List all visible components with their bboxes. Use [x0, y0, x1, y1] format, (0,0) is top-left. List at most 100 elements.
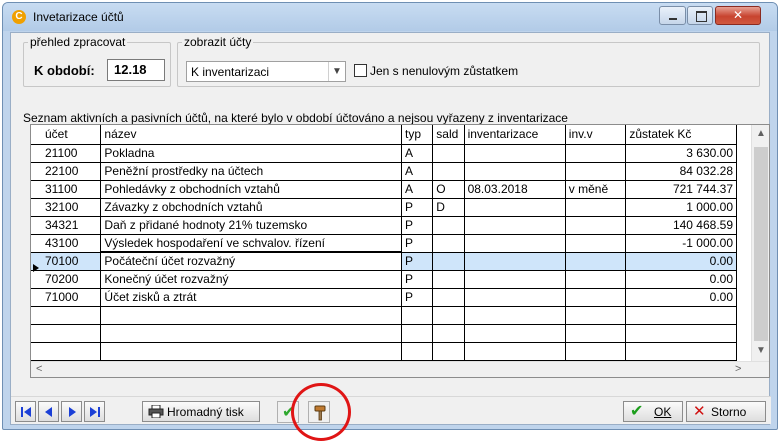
- cell-nazev[interactable]: Účet zisků a ztrát: [100, 287, 402, 307]
- col-header-zustatek[interactable]: zůstatek Kč: [625, 125, 737, 145]
- cell-invv[interactable]: [564, 161, 627, 181]
- cell-typ[interactable]: P: [400, 251, 434, 271]
- cell-zustatek[interactable]: [625, 323, 737, 343]
- table-row[interactable]: 22100 Peněžní prostředky na účtech A 84 032…: [31, 161, 737, 181]
- cell-sald[interactable]: [432, 287, 465, 307]
- cell-nazev[interactable]: Závazky z obchodních vztahů: [100, 197, 402, 217]
- cell-inventarizace[interactable]: [463, 305, 566, 325]
- cell-invv[interactable]: [564, 251, 627, 271]
- cell-sald[interactable]: [432, 161, 465, 181]
- cell-typ[interactable]: P: [400, 233, 434, 253]
- cell-typ[interactable]: P: [400, 287, 434, 307]
- cell-nazev[interactable]: [100, 323, 402, 343]
- vertical-scroll-thumb[interactable]: [754, 147, 768, 341]
- minimize-button[interactable]: [659, 6, 686, 25]
- cell-nazev[interactable]: Daň z přidané hodnoty 21% tuzemsko: [100, 215, 402, 235]
- cell-nazev[interactable]: Počáteční účet rozvažný: [99, 251, 403, 271]
- table-row[interactable]: 70200 Konečný účet rozvažný P 0.00: [31, 269, 737, 289]
- first-record-button[interactable]: [15, 401, 36, 422]
- cell-ucet[interactable]: [31, 323, 102, 343]
- cell-nazev[interactable]: [100, 341, 402, 361]
- col-header-nazev[interactable]: název: [100, 125, 402, 145]
- cell-sald[interactable]: D: [432, 197, 465, 217]
- vertical-scrollbar[interactable]: ▲ ▼: [751, 125, 769, 361]
- col-header-typ[interactable]: typ: [400, 125, 434, 145]
- cell-ucet[interactable]: 21100: [31, 143, 102, 163]
- table-row[interactable]: 71000 Účet zisků a ztrát P 0.00: [31, 287, 737, 307]
- cell-typ[interactable]: P: [400, 269, 434, 289]
- close-button[interactable]: [715, 6, 761, 25]
- accounts-grid[interactable]: účet název typ sald inventarizace inv.v …: [30, 124, 770, 378]
- cell-invv[interactable]: [564, 287, 627, 307]
- cell-sald[interactable]: [432, 251, 465, 271]
- cell-sald[interactable]: [432, 233, 465, 253]
- cell-typ[interactable]: P: [400, 215, 434, 235]
- ucty-combo[interactable]: K inventarizaci ▼: [186, 61, 346, 82]
- cell-typ[interactable]: [400, 323, 434, 343]
- cell-inventarizace[interactable]: [463, 197, 566, 217]
- cell-invv[interactable]: [564, 341, 627, 361]
- col-header-ucet[interactable]: účet: [31, 125, 102, 145]
- cell-sald[interactable]: [432, 215, 465, 235]
- cell-zustatek[interactable]: 721 744.37: [625, 179, 737, 199]
- cell-zustatek[interactable]: -1 000.00: [625, 233, 737, 253]
- scroll-up-icon[interactable]: ▲: [752, 128, 769, 139]
- cell-zustatek[interactable]: 3 630.00: [625, 143, 737, 163]
- cell-sald[interactable]: O: [432, 179, 465, 199]
- nenulovy-checkbox[interactable]: [354, 64, 367, 77]
- nenulovy-checkbox-label[interactable]: Jen s nenulovým zůstatkem: [370, 64, 518, 78]
- cell-zustatek[interactable]: [625, 341, 737, 361]
- cell-sald[interactable]: [432, 341, 465, 361]
- cell-zustatek[interactable]: [625, 305, 737, 325]
- prev-record-button[interactable]: [38, 401, 59, 422]
- cell-zustatek[interactable]: 140 468.59: [625, 215, 737, 235]
- table-row[interactable]: 32100 Závazky z obchodních vztahů P D 1 000.…: [31, 197, 737, 217]
- hromadny-tisk-button[interactable]: Hromadný tisk: [142, 401, 260, 422]
- cell-inventarizace[interactable]: [463, 215, 566, 235]
- last-record-button[interactable]: [84, 401, 105, 422]
- table-row[interactable]: 31100 Pohledávky z obchodních vztahů A O 08.…: [31, 179, 737, 199]
- empty-row[interactable]: [31, 323, 737, 343]
- cell-ucet[interactable]: 43100: [31, 233, 102, 253]
- cell-ucet[interactable]: 71000: [31, 287, 102, 307]
- cell-inventarizace[interactable]: 08.03.2018: [463, 179, 566, 199]
- cell-nazev[interactable]: Peněžní prostředky na účtech: [100, 161, 402, 181]
- cell-invv[interactable]: v měně: [564, 179, 627, 199]
- cell-zustatek[interactable]: 84 032.28: [625, 161, 737, 181]
- title-bar[interactable]: C Invetarizace účtů: [3, 3, 777, 31]
- cell-invv[interactable]: [564, 233, 627, 253]
- scroll-left-icon[interactable]: <: [36, 363, 42, 375]
- col-header-sald[interactable]: sald: [432, 125, 465, 145]
- cell-ucet[interactable]: 34321: [31, 215, 102, 235]
- cell-nazev[interactable]: [100, 305, 402, 325]
- empty-row[interactable]: [31, 341, 737, 361]
- cell-inventarizace[interactable]: [463, 323, 566, 343]
- cell-ucet[interactable]: 31100: [31, 179, 102, 199]
- cell-inventarizace[interactable]: [463, 341, 566, 361]
- maximize-button[interactable]: [687, 6, 713, 25]
- col-header-invv[interactable]: inv.v: [564, 125, 627, 145]
- cell-inventarizace[interactable]: [463, 269, 566, 289]
- ok-button[interactable]: ✔ OK: [623, 401, 683, 422]
- empty-row[interactable]: [31, 305, 737, 325]
- cell-inventarizace[interactable]: [463, 143, 566, 163]
- scroll-right-icon[interactable]: >: [735, 363, 741, 375]
- horizontal-scrollbar[interactable]: < >: [31, 361, 769, 377]
- table-row[interactable]: 34321 Daň z přidané hodnoty 21% tuzemsko P…: [31, 215, 737, 235]
- cell-sald[interactable]: [432, 269, 465, 289]
- cell-inventarizace[interactable]: [463, 233, 566, 253]
- cell-nazev[interactable]: Pohledávky z obchodních vztahů: [100, 179, 402, 199]
- cell-inventarizace[interactable]: [463, 251, 566, 271]
- next-record-button[interactable]: [61, 401, 82, 422]
- cell-invv[interactable]: [564, 269, 627, 289]
- obdobi-field[interactable]: 12.18: [107, 59, 165, 81]
- col-header-inventarizace[interactable]: inventarizace: [463, 125, 566, 145]
- cell-ucet[interactable]: [31, 341, 102, 361]
- cell-inventarizace[interactable]: [463, 287, 566, 307]
- cell-typ[interactable]: P: [400, 197, 434, 217]
- cell-sald[interactable]: [432, 305, 465, 325]
- cell-invv[interactable]: [564, 143, 627, 163]
- cell-sald[interactable]: [432, 323, 465, 343]
- cell-invv[interactable]: [564, 197, 627, 217]
- table-row[interactable]: 43100 Výsledek hospodaření ve schvalov. ř…: [31, 233, 737, 253]
